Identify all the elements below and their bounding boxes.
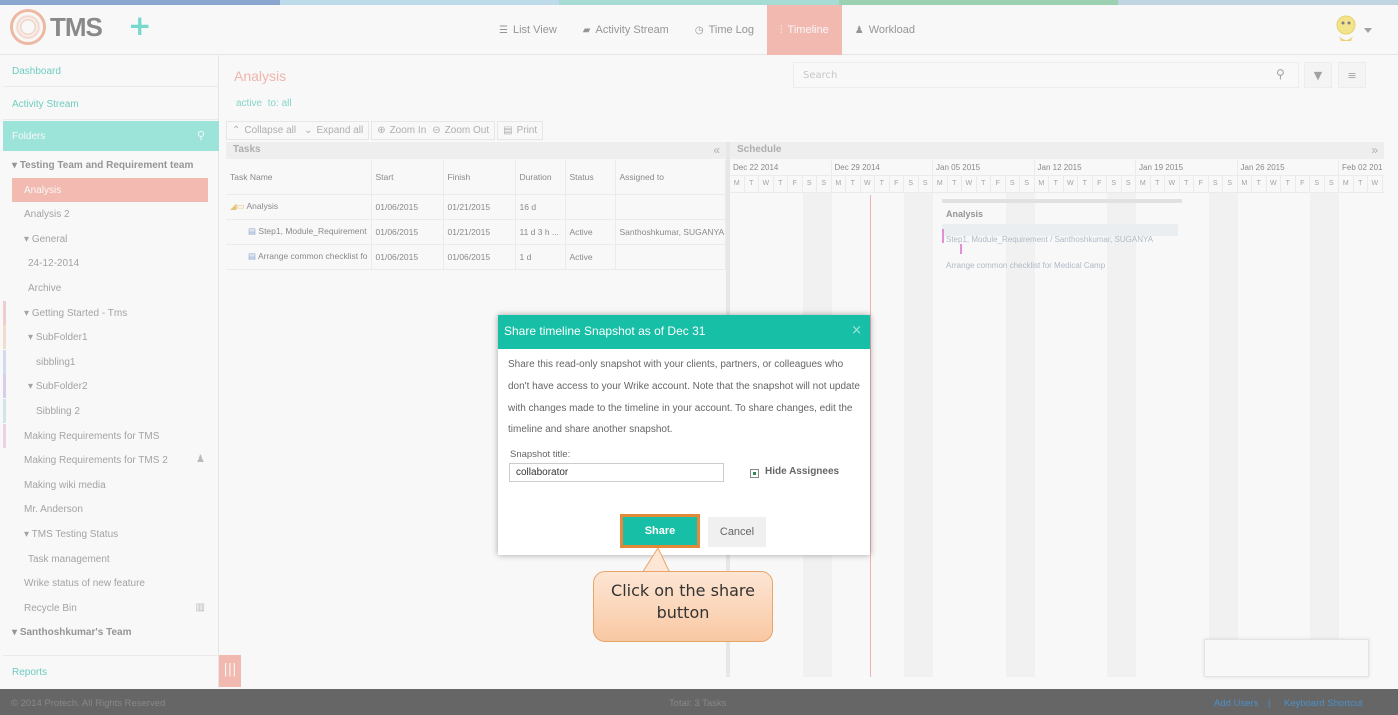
cancel-button[interactable]: Cancel [708, 517, 766, 547]
dialog-description: Share this read-only snapshot with your … [508, 359, 860, 436]
instruction-callout: Click on the share button [593, 571, 773, 642]
dialog-title: Share timeline Snapshot as of Dec 31 [504, 324, 706, 338]
dialog-header: Share timeline Snapshot as of Dec 31 [498, 315, 870, 349]
hide-assignees-checkbox[interactable] [750, 469, 759, 478]
snapshot-title-input[interactable]: collaborator [509, 463, 724, 482]
task-count: Total: 3 Tasks [669, 698, 727, 709]
add-users-link[interactable]: Add Users [1214, 698, 1258, 709]
callout-pointer [641, 548, 671, 573]
snapshot-title-label: Snapshot title: [510, 449, 571, 460]
keyboard-shortcut-link[interactable]: Keyboard Shortcut [1284, 698, 1363, 709]
footer-separator: | [1268, 698, 1271, 709]
share-snapshot-dialog: Share timeline Snapshot as of Dec 31 × S… [498, 315, 870, 555]
share-button[interactable]: Share [620, 514, 700, 548]
copyright: © 2014 Protech. All Rights Reserved [11, 698, 166, 709]
close-icon[interactable]: × [851, 323, 862, 338]
hide-assignees-label[interactable]: Hide Assignees [765, 466, 839, 477]
footer: © 2014 Protech. All Rights Reserved Tota… [0, 689, 1398, 715]
